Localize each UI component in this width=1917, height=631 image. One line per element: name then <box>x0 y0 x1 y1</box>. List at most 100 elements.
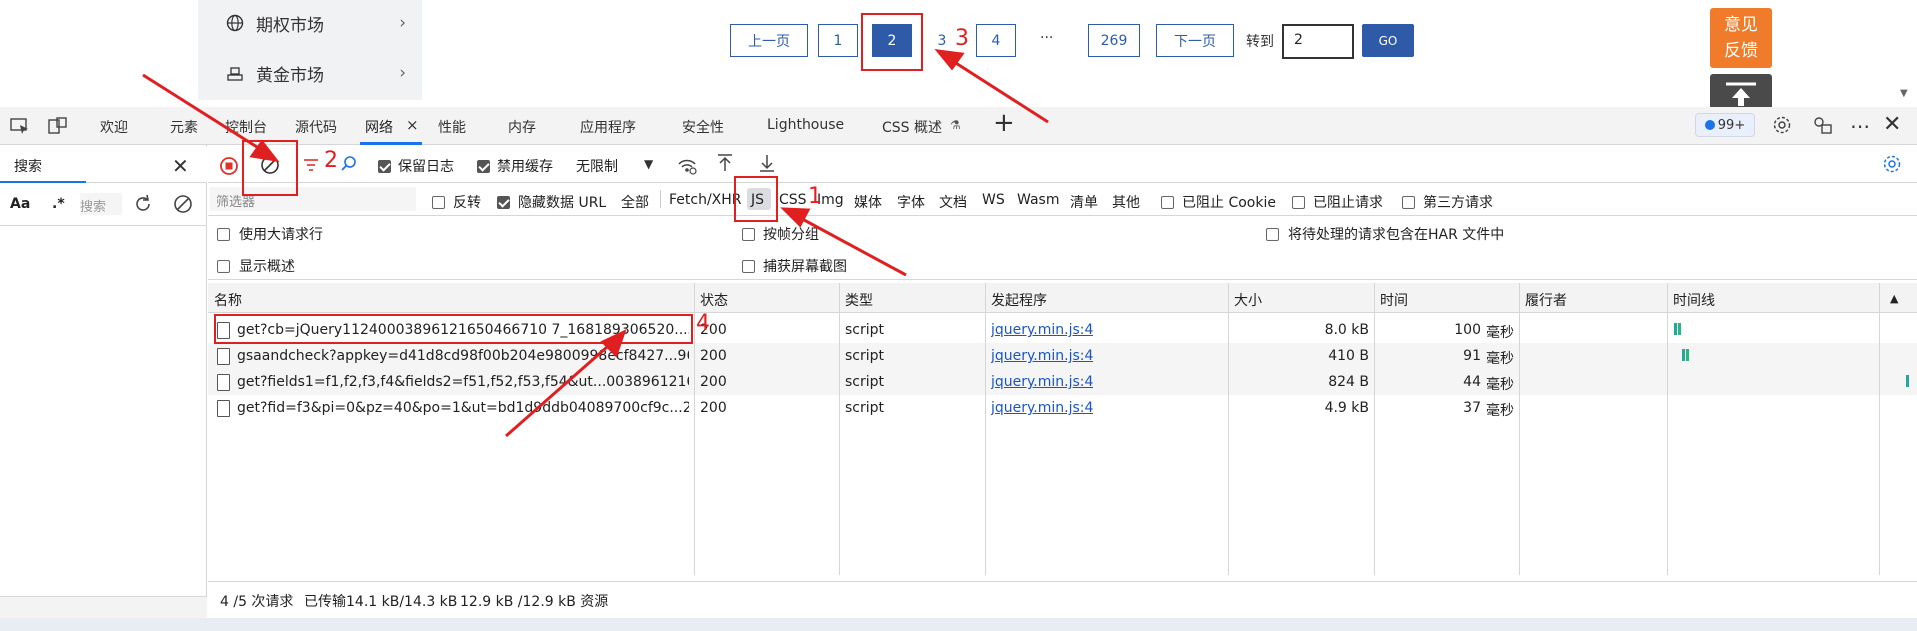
feedback-button[interactable]: 意见反馈 <box>1710 8 1772 68</box>
add-tab-icon[interactable]: + <box>993 110 1015 136</box>
annotation-label-1: 1 <box>808 184 822 209</box>
next-page-button[interactable]: 下一页 <box>1156 24 1234 57</box>
column-header-name[interactable]: 名称 <box>214 290 242 310</box>
import-har-icon[interactable] <box>716 153 734 173</box>
group-by-frame-checkbox[interactable] <box>742 226 755 242</box>
disable-cache-checkbox[interactable] <box>477 158 490 174</box>
filter-type-media[interactable]: 媒体 <box>854 192 882 212</box>
request-initiator-link[interactable]: jquery.min.js:4 <box>991 400 1093 416</box>
tab-performance[interactable]: 性能 <box>438 117 466 137</box>
page-4-button[interactable]: 4 <box>976 24 1016 57</box>
request-name[interactable]: get?fields1=f1,f2,f3,f4&fields2=f51,f52,… <box>237 374 689 390</box>
filter-type-wasm[interactable]: Wasm <box>1017 192 1059 208</box>
network-settings-icon[interactable] <box>1882 154 1902 174</box>
tab-lighthouse[interactable]: Lighthouse <box>767 117 844 133</box>
annotation-label-4: 4 <box>696 311 710 336</box>
preserve-log-checkbox[interactable] <box>378 158 391 174</box>
filter-type-font[interactable]: 字体 <box>897 192 925 212</box>
screenshots-checkbox[interactable] <box>742 258 755 274</box>
record-stop-icon[interactable] <box>219 156 239 176</box>
device-toolbar-icon[interactable] <box>48 117 68 135</box>
request-size: 824 B <box>1328 374 1369 390</box>
sidebar-item-options-market[interactable]: 期权市场 › <box>226 8 406 38</box>
settings-gear-icon[interactable] <box>1772 115 1792 135</box>
tab-memory[interactable]: 内存 <box>508 117 536 137</box>
close-tab-icon[interactable]: × <box>406 116 419 134</box>
tab-application[interactable]: 应用程序 <box>580 117 636 137</box>
column-header-fulfilled-by[interactable]: 履行者 <box>1525 290 1567 310</box>
sort-asc-icon[interactable]: ▲ <box>1890 292 1898 305</box>
customize-icon[interactable] <box>1812 115 1834 135</box>
tab-console[interactable]: 控制台 <box>225 117 267 137</box>
sidebar-item-label: 黄金市场 <box>256 65 324 86</box>
tab-sources[interactable]: 源代码 <box>295 117 337 137</box>
scroll-down-arrow-icon[interactable]: ▼ <box>1900 88 1908 99</box>
column-header-type[interactable]: 类型 <box>845 290 873 310</box>
column-header-size[interactable]: 大小 <box>1234 290 1262 310</box>
filter-type-manifest[interactable]: 清单 <box>1070 192 1098 212</box>
more-options-icon[interactable]: ⋯ <box>1850 114 1870 138</box>
request-time: 91 <box>1463 348 1481 364</box>
clear-search-icon[interactable] <box>172 193 194 215</box>
filter-input[interactable]: 筛选器 <box>210 187 416 211</box>
big-rows-checkbox[interactable] <box>217 226 230 242</box>
filter-type-ws[interactable]: WS <box>982 192 1005 208</box>
request-initiator-link[interactable]: jquery.min.js:4 <box>991 322 1093 338</box>
blocked-requests-label: 已阻止请求 <box>1313 195 1383 211</box>
filter-type-all[interactable]: 全部 <box>621 192 649 212</box>
page-last-button[interactable]: 269 <box>1088 24 1140 57</box>
inspect-element-icon[interactable] <box>10 117 30 135</box>
close-search-icon[interactable]: ✕ <box>172 154 189 178</box>
refresh-icon[interactable] <box>132 193 154 215</box>
chevron-down-icon: ▼ <box>644 157 654 171</box>
overview-checkbox[interactable] <box>217 258 230 274</box>
tab-security[interactable]: 安全性 <box>682 117 724 137</box>
sidebar-item-gold-market[interactable]: 黄金市场 › <box>226 58 406 88</box>
column-header-status[interactable]: 状态 <box>700 290 728 310</box>
column-header-initiator[interactable]: 发起程序 <box>991 290 1047 310</box>
search-icon[interactable] <box>340 155 358 173</box>
chat-bubble-icon <box>1704 120 1715 130</box>
tab-welcome[interactable]: 欢迎 <box>100 117 128 137</box>
invert-label: 反转 <box>453 195 481 211</box>
waterfall-bar <box>1674 323 1677 335</box>
tab-elements[interactable]: 元素 <box>170 117 198 137</box>
regex-toggle[interactable]: .* <box>52 196 65 212</box>
close-devtools-icon[interactable]: ✕ <box>1883 112 1901 137</box>
blocked-cookie-checkbox[interactable] <box>1161 194 1174 210</box>
column-header-time[interactable]: 时间 <box>1380 290 1408 310</box>
hide-data-url-checkbox[interactable] <box>497 194 510 210</box>
column-header-waterfall[interactable]: 时间线 <box>1673 290 1715 310</box>
tab-search[interactable]: 搜索 <box>0 147 86 183</box>
time-unit: 毫秒 <box>1486 377 1514 393</box>
tab-css-overview[interactable]: CSS 概述 <box>882 117 942 137</box>
request-initiator-link[interactable]: jquery.min.js:4 <box>991 374 1093 390</box>
network-conditions-icon[interactable] <box>676 155 698 175</box>
search-input[interactable]: 搜索 <box>80 193 122 215</box>
tab-network[interactable]: 网络 <box>365 117 393 137</box>
export-har-icon[interactable] <box>758 153 776 173</box>
request-time: 100 <box>1454 322 1481 338</box>
throttle-select[interactable]: 无限制 ▼ <box>568 150 662 178</box>
issues-count: 99+ <box>1717 117 1746 133</box>
time-unit: 毫秒 <box>1486 325 1514 341</box>
third-party-checkbox[interactable] <box>1402 194 1415 210</box>
filter-icon[interactable] <box>302 156 320 174</box>
filter-type-doc[interactable]: 文档 <box>939 192 967 212</box>
issues-badge[interactable]: 99+ <box>1695 113 1755 137</box>
blocked-requests-checkbox[interactable] <box>1292 194 1305 210</box>
invert-checkbox[interactable] <box>432 194 445 210</box>
filter-type-fetch-xhr[interactable]: Fetch/XHR <box>669 192 742 208</box>
goto-page-input[interactable]: 2 <box>1282 24 1354 59</box>
filter-type-other[interactable]: 其他 <box>1112 192 1140 212</box>
filter-divider <box>660 190 661 208</box>
page-1-button[interactable]: 1 <box>818 24 858 57</box>
prev-page-button[interactable]: 上一页 <box>730 24 808 57</box>
har-pending-checkbox[interactable] <box>1266 226 1279 242</box>
match-case-toggle[interactable]: Aa <box>10 196 30 212</box>
go-button[interactable]: GO <box>1362 24 1414 57</box>
request-initiator-link[interactable]: jquery.min.js:4 <box>991 348 1093 364</box>
request-name[interactable]: get?fid=f3&pi=0&pz=40&po=1&ut=bd1d9ddb04… <box>237 400 689 416</box>
request-name[interactable]: gsaandcheck?appkey=d41d8cd98f00b204e9800… <box>237 348 689 364</box>
filter-type-css[interactable]: CSS <box>779 192 807 208</box>
